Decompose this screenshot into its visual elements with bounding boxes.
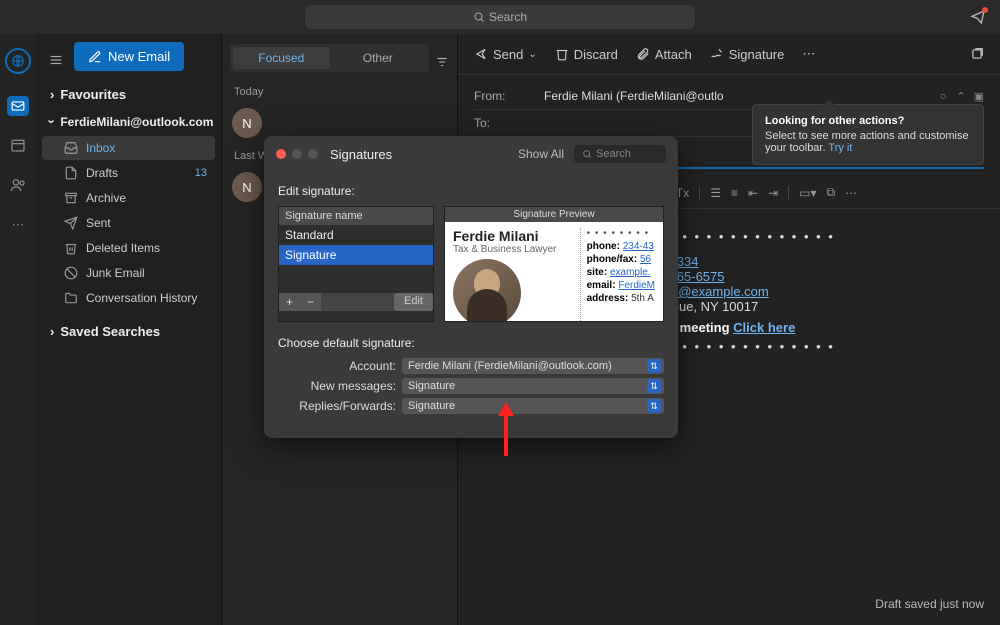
app-rail: ⋯ [0,34,36,625]
chevron-down-icon: › [45,119,60,123]
inbox-tabs: Focused Other [230,44,429,72]
folder-icon [64,291,78,305]
saved-searches-section[interactable]: › Saved Searches [42,318,215,345]
top-bar: Search [0,0,1000,34]
sent-icon [64,216,78,230]
global-search-placeholder: Search [489,10,527,24]
hamburger-icon[interactable] [48,53,64,67]
modal-title: Signatures [330,147,392,162]
tab-other[interactable]: Other [330,47,427,69]
signature-item-signature[interactable]: Signature [279,245,433,265]
compose-toolbar: Send ⌄ Discard Attach Signature ⋯ [458,34,1000,75]
chevron-updown-icon: ⇅ [647,359,661,373]
minimize-window-button[interactable] [292,149,302,159]
calendar-rail-icon[interactable] [7,134,29,156]
signature-item-standard[interactable]: Standard [279,225,433,245]
edit-signature-button[interactable]: Edit [394,293,433,311]
link-button[interactable]: ⧉ [827,185,836,200]
archive-icon [64,191,78,205]
junk-icon [64,266,78,280]
more-rail-icon[interactable]: ⋯ [7,214,29,236]
discard-button[interactable]: Discard [555,47,618,62]
image-button[interactable]: ▭▾ [799,186,816,200]
send-button[interactable]: Send ⌄ [474,47,537,62]
filter-icon[interactable] [435,55,449,69]
remove-signature-button[interactable]: − [300,293,321,311]
folder-sent[interactable]: Sent [42,211,215,235]
inbox-icon [64,141,78,155]
chevron-updown-icon: ⇅ [647,379,661,393]
defaults-label: Choose default signature: [278,336,664,350]
theme-icon[interactable]: ☼ [938,90,948,103]
chevron-right-icon: › [50,87,54,102]
default-newmsg-row: New messages: Signature ⇅ [278,378,664,394]
replies-forwards-select[interactable]: Signature ⇅ [402,398,664,414]
bullets-button[interactable]: ☰ [710,186,721,200]
trash-icon [64,241,78,255]
chevron-right-icon: › [50,324,54,339]
folder-sidebar: New Email › Favourites › FerdieMilani@ou… [36,34,222,625]
numbers-button[interactable]: ≡ [731,186,738,200]
account-select[interactable]: Ferdie Milani (FerdieMilani@outlook.com)… [402,358,664,374]
folder-conversation-history[interactable]: Conversation History [42,286,215,310]
favourites-section[interactable]: › Favourites [42,81,215,108]
more-actions-tooltip: Looking for other actions? Select to see… [752,104,984,165]
announcement-icon[interactable] [970,9,986,25]
folder-archive[interactable]: Archive [42,186,215,210]
indent-button[interactable]: ⇥ [768,186,778,200]
chevron-updown-icon: ⇅ [647,399,661,413]
folder-junk[interactable]: Junk Email [42,261,215,285]
people-rail-icon[interactable] [7,174,29,196]
signature-button[interactable]: Signature [710,47,785,62]
preview-avatar [453,259,521,322]
folder-drafts[interactable]: Drafts 13 [42,161,215,185]
tab-focused[interactable]: Focused [233,47,330,69]
try-it-link[interactable]: Try it [828,142,852,154]
avatar: N [232,172,262,202]
zoom-window-button[interactable] [308,149,318,159]
folder-inbox[interactable]: Inbox [42,136,215,160]
show-all-button[interactable]: Show All [518,147,564,161]
default-replies-row: Replies/Forwards: Signature ⇅ [278,398,664,414]
popout-icon[interactable] [970,47,984,61]
edit-signature-label: Edit signature: [278,184,664,198]
chevron-down-icon: ⌄ [528,49,536,60]
modal-search[interactable]: Search [574,145,666,163]
click-here-link[interactable]: Click here [733,320,795,335]
new-email-button[interactable]: New Email [74,42,184,71]
mail-app-icon[interactable] [7,96,29,116]
collapse-icon[interactable]: ⌃ [956,90,965,103]
avatar: N [232,108,262,138]
close-window-button[interactable] [276,149,286,159]
new-messages-select[interactable]: Signature ⇅ [402,378,664,394]
draft-status: Draft saved just now [875,597,984,611]
default-account-row: Account: Ferdie Milani (FerdieMilani@out… [278,358,664,374]
folder-deleted[interactable]: Deleted Items [42,236,215,260]
account-section[interactable]: › FerdieMilani@outlook.com [42,108,215,135]
signatures-modal: Signatures Show All Search Edit signatur… [264,136,678,438]
more-actions-button[interactable]: ⋯ [802,46,815,62]
outdent-button[interactable]: ⇤ [748,186,758,200]
add-signature-button[interactable]: + [279,293,300,311]
draft-icon [64,166,78,180]
day-group-today: Today [234,86,449,98]
attach-button[interactable]: Attach [636,47,692,62]
expand-icon[interactable]: ▣ [974,90,984,103]
globe-icon[interactable] [5,48,31,74]
global-search[interactable]: Search [305,5,695,29]
signature-preview: Signature Preview Ferdie Milani Tax & Bu… [444,206,664,322]
more-format-button[interactable]: ⋯ [845,186,857,200]
signature-list: Signature name Standard Signature + − Ed… [278,206,434,322]
